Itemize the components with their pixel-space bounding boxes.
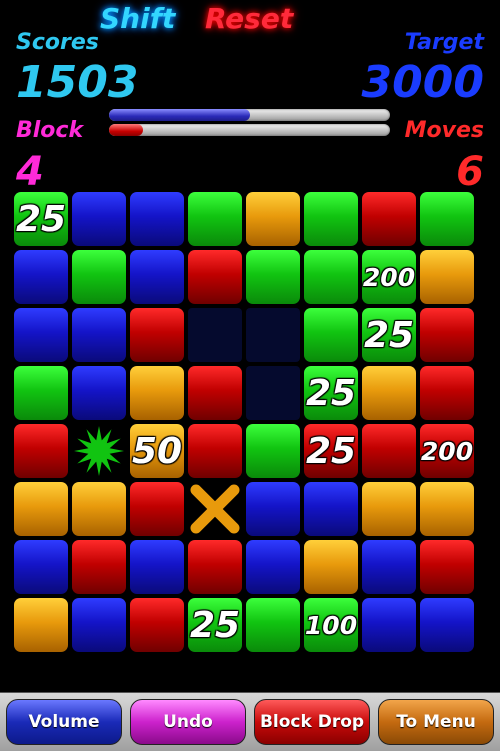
board-tile[interactable]: 100 xyxy=(304,598,358,652)
target-label: Target xyxy=(404,30,484,55)
tile-points: 200 xyxy=(362,262,416,292)
undo-button[interactable]: Undo xyxy=(130,699,246,745)
board-tile[interactable] xyxy=(304,308,358,362)
board-tile[interactable] xyxy=(362,192,416,246)
board-tile[interactable] xyxy=(362,482,416,536)
board-tile[interactable] xyxy=(130,598,184,652)
board-tile[interactable] xyxy=(420,482,474,536)
board-tile[interactable] xyxy=(420,250,474,304)
game-board: 25 200 25 25 50 25 200 25 100 xyxy=(14,192,478,656)
board-tile[interactable] xyxy=(130,192,184,246)
board-tile[interactable] xyxy=(420,192,474,246)
board-tile[interactable] xyxy=(14,250,68,304)
volume-button[interactable]: Volume xyxy=(6,699,122,745)
to-menu-button[interactable]: To Menu xyxy=(378,699,494,745)
score-progress-bar xyxy=(109,109,390,121)
board-tile[interactable] xyxy=(188,192,242,246)
tile-points: 200 xyxy=(420,436,474,466)
board-tile[interactable] xyxy=(304,192,358,246)
board-tile[interactable] xyxy=(188,250,242,304)
board-tile[interactable] xyxy=(304,482,358,536)
board-tile[interactable] xyxy=(14,540,68,594)
score-progress-fill xyxy=(109,109,250,121)
tile-points: 50 xyxy=(131,430,183,472)
board-tile[interactable] xyxy=(188,366,242,420)
board-tile[interactable] xyxy=(14,424,68,478)
board-tile[interactable] xyxy=(362,540,416,594)
board-tile[interactable] xyxy=(246,192,300,246)
board-tile[interactable]: 25 xyxy=(304,424,358,478)
tile-points: 25 xyxy=(305,372,357,414)
x-bomb-icon xyxy=(190,484,240,534)
board-tile[interactable] xyxy=(246,598,300,652)
tile-points: 25 xyxy=(189,604,241,646)
block-progress-bar xyxy=(109,124,390,136)
board-tile[interactable]: 200 xyxy=(362,250,416,304)
board-tile[interactable] xyxy=(14,308,68,362)
board-tile[interactable] xyxy=(304,540,358,594)
reset-button[interactable]: Reset xyxy=(205,2,293,36)
scores-label: Scores xyxy=(16,30,99,55)
board-tile[interactable] xyxy=(130,540,184,594)
board-tile[interactable] xyxy=(246,482,300,536)
board-tile[interactable] xyxy=(72,192,126,246)
board-tile[interactable] xyxy=(246,250,300,304)
board-tile[interactable] xyxy=(246,540,300,594)
board-tile[interactable] xyxy=(72,482,126,536)
board-tile[interactable] xyxy=(188,424,242,478)
board-tile[interactable]: 25 xyxy=(362,308,416,362)
board-tile[interactable] xyxy=(188,540,242,594)
board-tile[interactable] xyxy=(246,366,300,420)
board-tile[interactable] xyxy=(420,308,474,362)
target-value: 3000 xyxy=(361,57,484,108)
board-tile[interactable] xyxy=(14,482,68,536)
board-tile[interactable] xyxy=(362,598,416,652)
board-tile[interactable] xyxy=(130,308,184,362)
block-value: 4 xyxy=(16,149,44,195)
board-tile[interactable] xyxy=(14,366,68,420)
block-drop-button[interactable]: Block Drop xyxy=(254,699,370,745)
scores-value: 1503 xyxy=(16,57,139,108)
board-tile[interactable] xyxy=(362,424,416,478)
moves-label: Moves xyxy=(404,118,484,143)
board-tile[interactable] xyxy=(188,482,242,536)
board-tile[interactable] xyxy=(72,540,126,594)
board-tile[interactable] xyxy=(420,366,474,420)
board-tile[interactable]: 200 xyxy=(420,424,474,478)
board-tile[interactable]: 50 xyxy=(130,424,184,478)
board-tile[interactable] xyxy=(72,424,126,478)
footer-toolbar: Volume Undo Block Drop To Menu xyxy=(0,692,500,751)
board-tile[interactable]: 25 xyxy=(14,192,68,246)
tile-points: 25 xyxy=(363,314,415,356)
board-tile[interactable] xyxy=(72,598,126,652)
board-tile[interactable] xyxy=(72,250,126,304)
board-tile[interactable] xyxy=(188,308,242,362)
board-tile[interactable]: 25 xyxy=(304,366,358,420)
shift-button[interactable]: Shift xyxy=(100,2,175,36)
block-progress-fill xyxy=(109,124,143,136)
board-tile[interactable] xyxy=(246,424,300,478)
board-tile[interactable] xyxy=(14,598,68,652)
board-tile[interactable] xyxy=(72,308,126,362)
moves-value: 6 xyxy=(456,149,484,195)
board-tile[interactable] xyxy=(130,250,184,304)
tile-points: 25 xyxy=(15,198,67,240)
tile-points: 25 xyxy=(305,430,357,472)
block-label: Block xyxy=(16,118,84,143)
board-tile[interactable] xyxy=(304,250,358,304)
board-tile[interactable]: 25 xyxy=(188,598,242,652)
board-tile[interactable] xyxy=(420,598,474,652)
tile-points: 100 xyxy=(304,610,358,640)
board-tile[interactable] xyxy=(130,482,184,536)
board-tile[interactable] xyxy=(72,366,126,420)
board-tile[interactable] xyxy=(362,366,416,420)
board-tile[interactable] xyxy=(130,366,184,420)
board-tile[interactable] xyxy=(420,540,474,594)
board-tile[interactable] xyxy=(246,308,300,362)
star-burst-icon xyxy=(74,426,124,476)
